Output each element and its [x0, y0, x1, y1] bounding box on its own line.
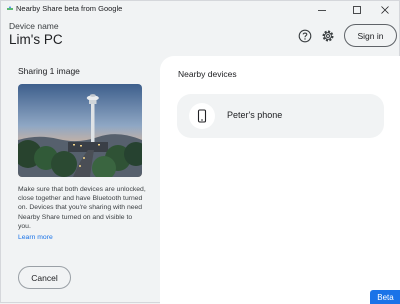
device-name: Lim's PC	[9, 32, 63, 47]
gear-icon	[322, 30, 334, 42]
device-card-name: Peter's phone	[227, 110, 283, 120]
close-icon	[381, 5, 389, 14]
beta-badge: Beta	[370, 290, 400, 304]
settings-button[interactable]	[321, 29, 335, 43]
sign-in-button[interactable]: Sign in	[344, 24, 397, 47]
device-name-label: Device name	[9, 21, 59, 31]
sharing-panel: Sharing 1 image Make sure that both devi…	[1, 55, 159, 304]
shared-image-preview	[18, 84, 142, 177]
device-card[interactable]: Peter's phone	[177, 94, 384, 138]
close-button[interactable]	[370, 1, 400, 18]
sharing-title: Sharing 1 image	[18, 66, 80, 76]
nearby-devices-panel: Nearby devices Peter's phone	[160, 56, 400, 304]
smartphone-icon	[197, 109, 207, 123]
maximize-button[interactable]	[342, 1, 372, 18]
nearby-share-window: Nearby Share beta from Google Device nam…	[0, 0, 400, 304]
help-circle-icon	[298, 29, 312, 43]
cancel-button[interactable]: Cancel	[18, 266, 71, 289]
maximize-icon	[353, 5, 361, 14]
title-bar: Nearby Share beta from Google	[1, 1, 399, 18]
minimize-icon	[318, 9, 326, 11]
minimize-button[interactable]	[307, 1, 337, 18]
app-icon	[7, 6, 13, 10]
device-avatar	[189, 103, 215, 129]
learn-more-link[interactable]: Learn more	[18, 234, 53, 241]
sharing-instructions: Make sure that both devices are unlocked…	[18, 186, 146, 230]
nearby-devices-title: Nearby devices	[178, 69, 237, 79]
window-title: Nearby Share beta from Google	[16, 4, 123, 13]
help-button[interactable]	[298, 29, 312, 43]
